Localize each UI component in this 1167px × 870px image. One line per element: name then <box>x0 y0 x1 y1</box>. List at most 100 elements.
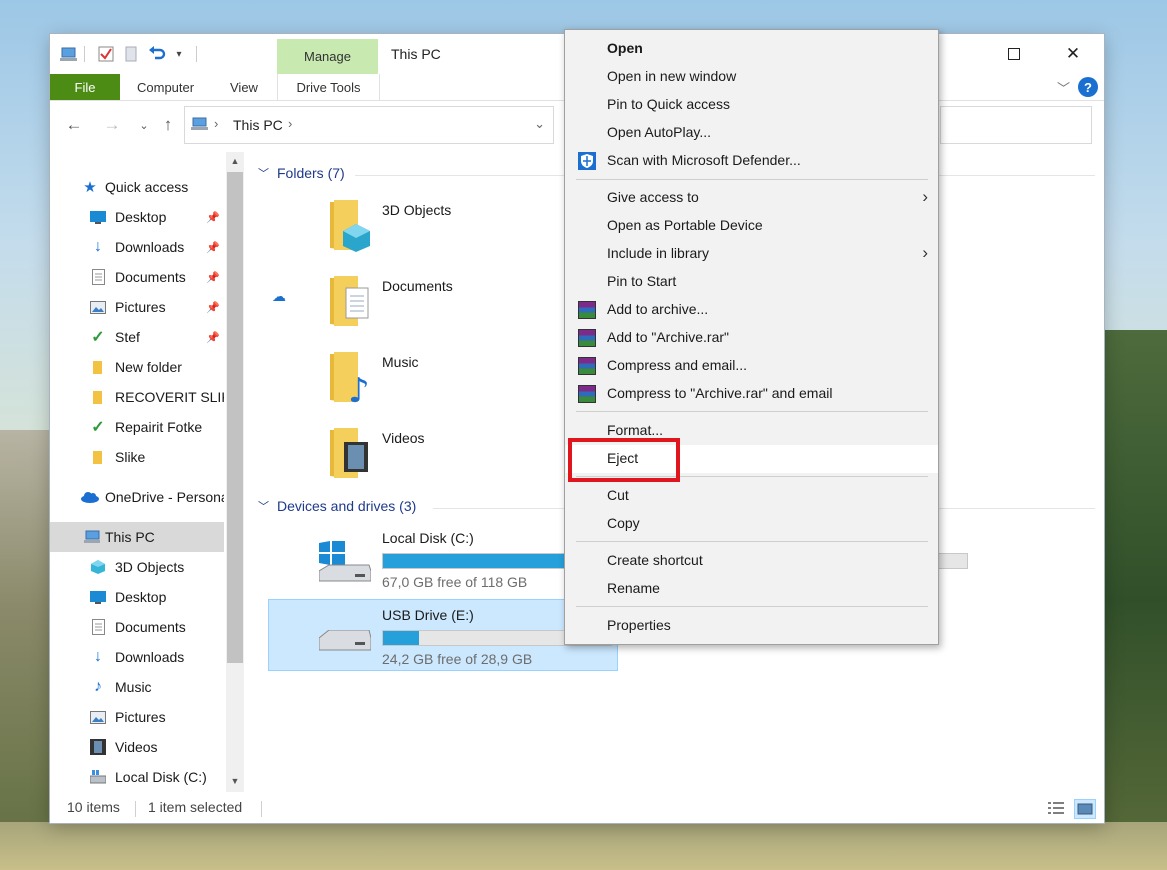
sidebar-item-desktop[interactable]: Desktop 📌 <box>50 202 224 232</box>
maximize-button[interactable] <box>991 34 1037 74</box>
undo-icon[interactable] <box>146 44 168 64</box>
menu-item-scan-defender[interactable]: Scan with Microsoft Defender... <box>566 147 938 175</box>
sidebar-item-downloads[interactable]: ↓ Downloads 📌 <box>50 232 224 262</box>
navigation-pane: ★ Quick access Desktop 📌 ↓ Downloads 📌 D… <box>50 152 246 792</box>
up-button[interactable]: ↑ <box>157 114 179 136</box>
sidebar-item-pictures-2[interactable]: Pictures <box>50 702 224 732</box>
sidebar-item-recoverit-slike[interactable]: RECOVERIT SLIKE <box>50 382 224 412</box>
menu-item-open[interactable]: Open <box>566 35 938 63</box>
menu-item-properties[interactable]: Properties <box>566 612 938 640</box>
download-icon: ↓ <box>94 238 102 255</box>
eject-highlight-box <box>568 438 680 482</box>
scroll-down-icon[interactable]: ▼ <box>226 772 244 790</box>
sidebar-item-onedrive[interactable]: OneDrive - Personal <box>50 482 224 512</box>
back-arrow-icon: ← <box>65 115 83 134</box>
close-button[interactable]: ✕ <box>1050 34 1096 74</box>
checkmark-properties-icon[interactable] <box>96 44 116 64</box>
menu-item-rename[interactable]: Rename <box>566 575 938 603</box>
menu-item-pin-quick-access[interactable]: Pin to Quick access <box>566 91 938 119</box>
status-bar: 10 items 1 item selected <box>50 799 1104 823</box>
forward-button[interactable]: → <box>101 114 123 136</box>
sidebar-item-local-disk-c[interactable]: Local Disk (C:) <box>50 762 224 792</box>
up-arrow-icon: ↑ <box>163 115 173 134</box>
navigation-scrollbar[interactable]: ▲ ▼ <box>226 152 244 792</box>
menu-separator <box>576 541 928 542</box>
pictures-icon <box>90 709 106 725</box>
search-input[interactable] <box>940 106 1092 144</box>
checkmark-icon: ✓ <box>91 329 105 346</box>
menu-item-open-portable-device[interactable]: Open as Portable Device <box>566 212 938 240</box>
menu-item-copy[interactable]: Copy <box>566 510 938 538</box>
usb-drive-icon <box>318 629 372 659</box>
sidebar-item-stef[interactable]: ✓ Stef 📌 <box>50 322 224 352</box>
sidebar-item-downloads-2[interactable]: ↓ Downloads <box>50 642 224 672</box>
address-dropdown-icon[interactable]: ⌄ <box>534 116 545 132</box>
status-item-count: 10 items <box>67 799 120 815</box>
sidebar-item-new-folder[interactable]: New folder <box>50 352 224 382</box>
pin-icon: 📌 <box>206 241 220 254</box>
computer-icon[interactable] <box>58 44 80 64</box>
customize-dropdown-icon[interactable]: ▾ <box>172 44 186 64</box>
sidebar-item-3d-objects[interactable]: 3D Objects <box>50 552 224 582</box>
sidebar-item-this-pc[interactable]: This PC <box>50 522 224 552</box>
tab-computer[interactable]: Computer <box>137 74 194 100</box>
sidebar-item-pictures[interactable]: Pictures 📌 <box>50 292 224 322</box>
menu-item-open-new-window[interactable]: Open in new window <box>566 63 938 91</box>
folder-item-3d-objects[interactable]: 3D Objects <box>300 194 560 264</box>
scroll-up-icon[interactable]: ▲ <box>226 152 244 170</box>
menu-item-open-autoplay[interactable]: Open AutoPlay... <box>566 119 938 147</box>
recent-locations-button[interactable]: ⌄ <box>133 114 155 136</box>
submenu-arrow-icon: › <box>922 243 928 262</box>
sidebar-item-documents-2[interactable]: Documents <box>50 612 224 642</box>
menu-item-create-shortcut[interactable]: Create shortcut <box>566 547 938 575</box>
drives-group-header[interactable]: ﹀ Devices and drives (3) <box>258 498 416 514</box>
menu-item-cut[interactable]: Cut <box>566 482 938 510</box>
menu-item-give-access[interactable]: Give access to › <box>566 184 938 212</box>
pictures-icon <box>90 299 106 315</box>
sidebar-item-music[interactable]: ♪ Music <box>50 672 224 702</box>
new-folder-icon[interactable] <box>122 44 140 64</box>
tab-file[interactable]: File <box>50 74 120 100</box>
status-divider <box>135 801 136 817</box>
folder-item-music[interactable]: ♪ Music <box>300 346 560 416</box>
folder-music-icon: ♪ <box>326 350 374 411</box>
menu-item-pin-start[interactable]: Pin to Start <box>566 268 938 296</box>
menu-item-compress-email[interactable]: Compress and email... <box>566 352 938 380</box>
chevron-down-icon: ⌄ <box>139 119 149 132</box>
folder-icon <box>90 359 106 375</box>
tab-view[interactable]: View <box>230 74 258 100</box>
large-icons-view-icon[interactable] <box>1074 799 1096 819</box>
menu-item-compress-archive-email[interactable]: Compress to "Archive.rar" and email <box>566 380 938 408</box>
folder-item-videos[interactable]: Videos <box>300 422 560 492</box>
close-icon: ✕ <box>1065 44 1081 63</box>
toolbar-divider <box>84 46 85 62</box>
sidebar-item-slike[interactable]: Slike <box>50 442 224 472</box>
expand-ribbon-chevron-icon[interactable]: ﹀ <box>1057 78 1070 97</box>
menu-item-add-to-archive-rar[interactable]: Add to "Archive.rar" <box>566 324 938 352</box>
manage-contextual-tab[interactable]: Manage <box>277 39 378 74</box>
menu-item-include-library[interactable]: Include in library › <box>566 240 938 268</box>
status-selection: 1 item selected <box>148 799 243 815</box>
sidebar-item-videos[interactable]: Videos <box>50 732 224 762</box>
help-icon[interactable]: ? <box>1078 77 1098 97</box>
sidebar-item-quick-access[interactable]: ★ Quick access <box>50 172 224 202</box>
sidebar-item-documents[interactable]: Documents 📌 <box>50 262 224 292</box>
chevron-down-icon: ﹀ <box>258 168 269 180</box>
breadcrumb-chevron-icon[interactable]: › <box>288 116 292 131</box>
details-view-icon[interactable] <box>1046 799 1066 817</box>
back-button[interactable]: ← <box>63 114 85 136</box>
folders-group-header[interactable]: ﹀ Folders (7) <box>258 165 345 181</box>
menu-separator <box>576 179 928 180</box>
breadcrumb-this-pc[interactable]: This PC <box>233 117 283 133</box>
sidebar-item-desktop-2[interactable]: Desktop <box>50 582 224 612</box>
menu-item-add-to-archive[interactable]: Add to archive... <box>566 296 938 324</box>
address-bar[interactable]: › This PC › ⌄ <box>184 106 554 144</box>
tab-drive-tools[interactable]: Drive Tools <box>277 74 380 100</box>
sidebar-item-repairit-fotke[interactable]: ✓ Repairit Fotke <box>50 412 224 442</box>
svg-text:♪: ♪ <box>348 371 370 406</box>
folder-videos-icon <box>326 426 374 485</box>
folder-item-documents[interactable]: ☁ Documents <box>272 270 560 340</box>
pin-icon: 📌 <box>206 301 220 314</box>
breadcrumb-chevron-icon[interactable]: › <box>214 116 218 131</box>
scroll-thumb[interactable] <box>227 172 243 663</box>
